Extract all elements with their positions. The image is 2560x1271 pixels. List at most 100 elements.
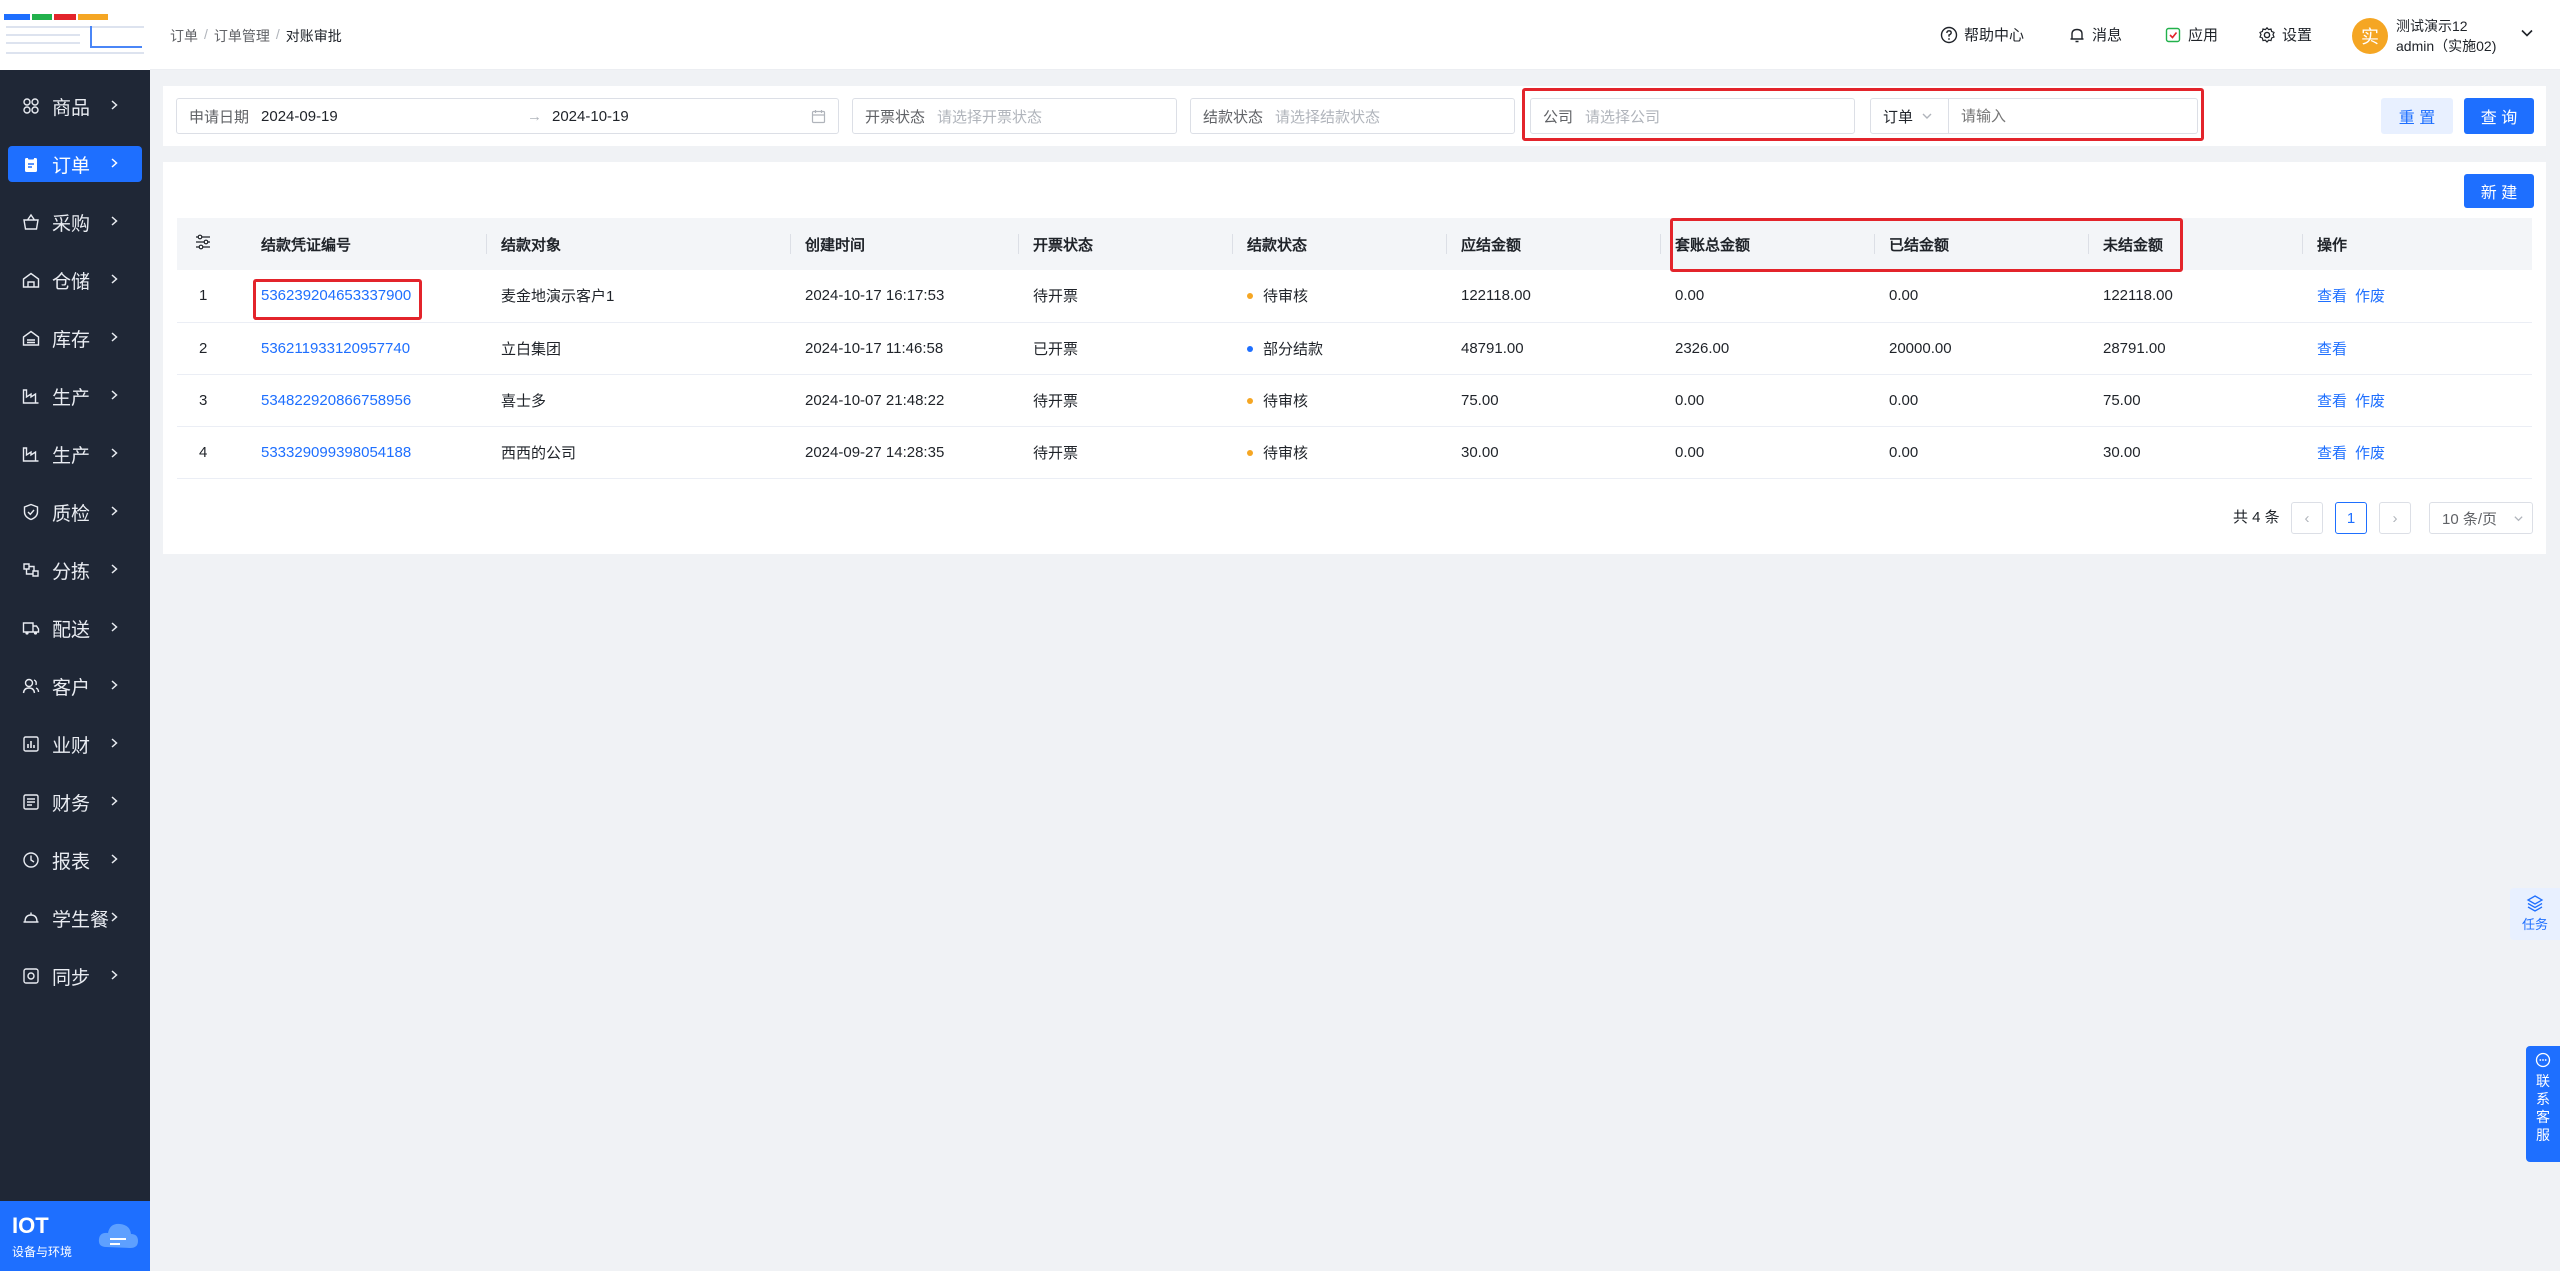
search-button[interactable]: 查 询 — [2464, 98, 2534, 134]
next-page-button[interactable]: › — [2379, 502, 2411, 534]
sidebar-item-label: 业财 — [52, 735, 91, 757]
sidebar-item[interactable]: 生产 — [8, 378, 142, 414]
breadcrumb-item[interactable]: 订单管理 — [214, 26, 270, 46]
chevron-right-icon — [111, 738, 118, 748]
factory-icon — [22, 389, 39, 404]
keyword-input[interactable] — [1961, 100, 2181, 132]
apply-date-range[interactable]: 申请日期 2024-09-19 → 2024-10-19 — [176, 98, 839, 134]
view-button[interactable]: 查看 — [2317, 288, 2347, 305]
chevron-right-icon — [111, 564, 118, 574]
total-amount: 2326.00 — [1661, 322, 1875, 375]
breadcrumb-item[interactable]: 订单 — [170, 26, 198, 46]
invoice-status-label: 开票状态 — [865, 108, 926, 126]
view-button[interactable]: 查看 — [2317, 393, 2347, 410]
row-actions: 查看 — [2303, 322, 2532, 375]
sidebar-item[interactable]: 客户 — [8, 668, 142, 704]
chevron-right-icon — [111, 158, 118, 168]
sidebar-item[interactable]: 库存 — [8, 320, 142, 356]
messages-button[interactable]: 消息 — [2068, 24, 2122, 45]
settle-status-select[interactable]: 结款状态 请选择结款状态 — [1190, 98, 1515, 134]
unsettled-amount: 28791.00 — [2089, 322, 2303, 375]
row-index: 2 — [177, 322, 247, 375]
settle-status: 待审核 — [1233, 270, 1447, 323]
cloud-icon — [98, 1223, 138, 1248]
column-header: 结款凭证编号 — [247, 218, 487, 270]
page-size-select[interactable]: 10 条/页 — [2429, 502, 2533, 534]
void-button[interactable]: 作废 — [2355, 445, 2385, 462]
sidebar-item[interactable]: 报表 — [8, 842, 142, 878]
date-end[interactable]: 2024-10-19 — [552, 108, 629, 125]
company-placeholder: 请选择公司 — [1585, 108, 1661, 126]
chevron-down-icon[interactable] — [2520, 26, 2534, 40]
chevron-right-icon — [111, 216, 118, 226]
settle-status-label: 结款状态 — [1203, 108, 1264, 126]
settlement-table: 结款凭证编号 结款对象 创建时间 开票状态 结款状态 应结金额 套账总金额 已结… — [177, 218, 2532, 479]
total-amount: 0.00 — [1661, 270, 1875, 323]
settle-status: 待审核 — [1233, 426, 1447, 479]
sidebar-item[interactable]: 配送 — [8, 610, 142, 646]
help-center-button[interactable]: 帮助中心 — [1940, 24, 2024, 45]
sidebar-item-label: 分拣 — [52, 561, 91, 583]
sidebar-item[interactable]: 仓储 — [8, 262, 142, 298]
page-button[interactable]: 1 — [2335, 502, 2367, 534]
column-header: 开票状态 — [1019, 218, 1233, 270]
voucher-link[interactable]: 536239204653337900 — [261, 287, 411, 304]
row-index: 1 — [177, 270, 247, 323]
sidebar-item[interactable]: 同步 — [8, 958, 142, 994]
chevron-right-icon — [111, 970, 118, 980]
sidebar-item[interactable]: 业财 — [8, 726, 142, 762]
breadcrumb: 订单 / 订单管理 / 对账审批 — [170, 26, 342, 46]
sidebar-item-label: 库存 — [52, 329, 91, 351]
sidebar-item[interactable]: 分拣 — [8, 552, 142, 588]
iot-entry[interactable]: IOT 设备与环境 — [0, 1201, 150, 1271]
dish-icon — [23, 912, 39, 923]
settle-target: 西西的公司 — [487, 426, 791, 479]
voucher-link[interactable]: 534822920866758956 — [261, 392, 411, 409]
created-time: 2024-10-07 21:48:22 — [791, 374, 1019, 427]
sidebar-item[interactable]: 学生餐 — [8, 900, 142, 936]
void-button[interactable]: 作废 — [2355, 393, 2385, 410]
view-button[interactable]: 查看 — [2317, 341, 2347, 358]
arrow-right-icon: → — [527, 107, 542, 125]
customer-service-button[interactable]: 联 系 客 服 — [2526, 1046, 2560, 1162]
unsettled-amount: 30.00 — [2089, 426, 2303, 479]
sidebar-item-label: 订单 — [52, 155, 91, 177]
user-role: admin（实施02) — [2396, 38, 2497, 54]
column-header: 未结金额 — [2089, 218, 2303, 270]
date-start[interactable]: 2024-09-19 — [261, 108, 338, 125]
voucher-link[interactable]: 536211933120957740 — [261, 340, 410, 357]
task-floating-button[interactable]: 任务 — [2510, 888, 2560, 940]
settings-button[interactable]: 设置 — [2258, 24, 2312, 45]
settled-amount: 20000.00 — [1875, 322, 2089, 375]
new-button[interactable]: 新 建 — [2464, 174, 2534, 208]
sidebar-item[interactable]: 生产 — [8, 436, 142, 472]
column-header: 结款状态 — [1233, 218, 1447, 270]
prev-page-button[interactable]: ‹ — [2291, 502, 2323, 534]
sidebar-item[interactable]: 订单 — [8, 146, 142, 182]
apps-button[interactable]: 应用 — [2164, 24, 2218, 45]
sidebar-item[interactable]: 商品 — [8, 88, 142, 124]
view-button[interactable]: 查看 — [2317, 445, 2347, 462]
sidebar-item-label: 采购 — [52, 213, 91, 235]
avatar[interactable]: 实 — [2352, 18, 2388, 54]
sidebar-item[interactable]: 质检 — [8, 494, 142, 530]
sidebar-item[interactable]: 采购 — [8, 204, 142, 240]
void-button[interactable]: 作废 — [2355, 288, 2385, 305]
invoice-status-select[interactable]: 开票状态 请选择开票状态 — [852, 98, 1177, 134]
total-amount: 0.00 — [1661, 426, 1875, 479]
company-select[interactable]: 公司 请选择公司 — [1530, 98, 1855, 134]
invoice-status: 待开票 — [1019, 426, 1233, 479]
sidebar-item[interactable]: 财务 — [8, 784, 142, 820]
chevron-down-icon — [2514, 516, 2523, 522]
settle-status-placeholder: 请选择结款状态 — [1275, 108, 1381, 126]
settle-status: 部分结款 — [1233, 322, 1447, 375]
type-select[interactable]: 订单 — [1871, 99, 1949, 133]
clipboard-icon — [25, 156, 37, 172]
company-label: 公司 — [1543, 108, 1574, 126]
column-settings[interactable] — [177, 218, 247, 270]
chart-icon — [23, 736, 39, 752]
reset-button[interactable]: 重 置 — [2381, 98, 2453, 134]
factory-icon — [22, 447, 39, 462]
chevron-right-icon — [111, 622, 118, 632]
voucher-link[interactable]: 533329099398054188 — [261, 444, 411, 461]
